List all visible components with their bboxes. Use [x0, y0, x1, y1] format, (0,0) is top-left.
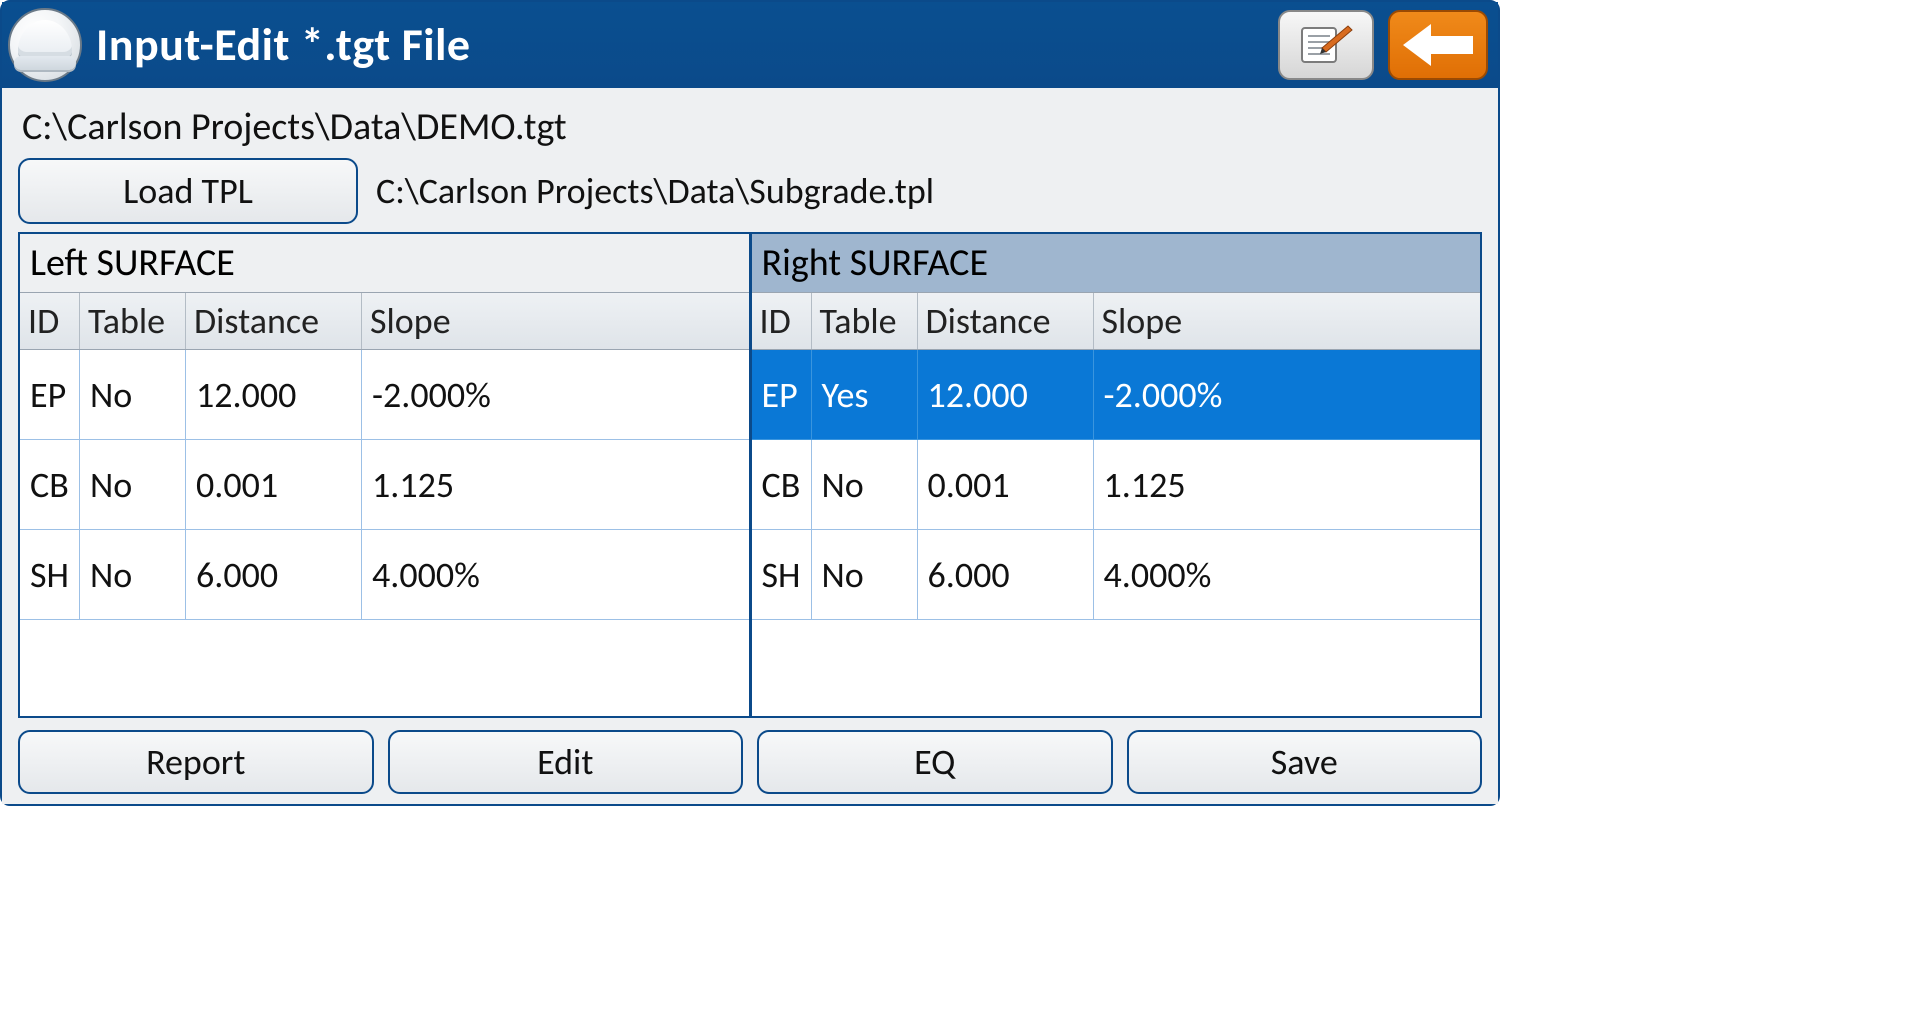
body-panel: C:\Carlson Projects\Data\DEMO.tgt Load T… — [2, 88, 1498, 804]
table-row[interactable]: SHNo6.0004.000% — [20, 530, 749, 620]
table-row[interactable]: CBNo0.0011.125 — [752, 440, 1481, 530]
cell-slope: 4.000% — [362, 530, 749, 620]
col-id: ID — [20, 293, 80, 349]
cell-slope: -2.000% — [1094, 350, 1481, 440]
cell-table: No — [80, 350, 186, 440]
cell-slope: 1.125 — [362, 440, 749, 530]
table-row[interactable]: EPYes12.000-2.000% — [752, 350, 1481, 440]
footer-buttons: Report Edit EQ Save — [18, 718, 1482, 794]
left-surface-body[interactable]: EPNo12.000-2.000%CBNo0.0011.125SHNo6.000… — [20, 350, 749, 716]
col-distance: Distance — [918, 293, 1094, 349]
cell-id: CB — [752, 440, 812, 530]
cell-table: No — [812, 440, 918, 530]
edit-button[interactable]: Edit — [388, 730, 744, 794]
left-surface-panel: Left SURFACE ID Table Distance Slope EPN… — [18, 232, 750, 718]
right-surface-header: ID Table Distance Slope — [752, 292, 1481, 350]
cell-slope: 1.125 — [1094, 440, 1481, 530]
col-distance: Distance — [186, 293, 362, 349]
window-title: Input-Edit *.tgt File — [96, 17, 1264, 73]
col-slope: Slope — [362, 293, 749, 349]
tpl-path: C:\Carlson Projects\Data\Subgrade.tpl — [376, 169, 934, 213]
tpl-row: Load TPL C:\Carlson Projects\Data\Subgra… — [18, 158, 1482, 224]
table-row[interactable]: EPNo12.000-2.000% — [20, 350, 749, 440]
title-bar: Input-Edit *.tgt File — [2, 2, 1498, 88]
back-button[interactable] — [1388, 10, 1488, 80]
cell-id: EP — [20, 350, 80, 440]
load-tpl-button[interactable]: Load TPL — [18, 158, 358, 224]
right-surface-body[interactable]: EPYes12.000-2.000%CBNo0.0011.125SHNo6.00… — [752, 350, 1481, 716]
left-surface-header: ID Table Distance Slope — [20, 292, 749, 350]
cell-table: No — [812, 530, 918, 620]
back-arrow-icon — [1403, 22, 1473, 68]
cell-slope: 4.000% — [1094, 530, 1481, 620]
save-button[interactable]: Save — [1127, 730, 1483, 794]
col-id: ID — [752, 293, 812, 349]
cell-table: No — [80, 530, 186, 620]
cell-table: No — [80, 440, 186, 530]
cell-distance: 12.000 — [186, 350, 362, 440]
col-table: Table — [80, 293, 186, 349]
col-table: Table — [812, 293, 918, 349]
surfaces-container: Left SURFACE ID Table Distance Slope EPN… — [18, 232, 1482, 718]
cell-id: CB — [20, 440, 80, 530]
table-row[interactable]: CBNo0.0011.125 — [20, 440, 749, 530]
right-surface-title: Right SURFACE — [752, 234, 1481, 292]
cell-distance: 6.000 — [186, 530, 362, 620]
cell-distance: 12.000 — [918, 350, 1094, 440]
tgt-path: C:\Carlson Projects\Data\DEMO.tgt — [18, 98, 1482, 158]
col-slope: Slope — [1094, 293, 1481, 349]
cell-id: SH — [20, 530, 80, 620]
hardhat-icon — [8, 8, 82, 82]
cell-distance: 0.001 — [918, 440, 1094, 530]
cell-id: SH — [752, 530, 812, 620]
table-row[interactable]: SHNo6.0004.000% — [752, 530, 1481, 620]
left-surface-title: Left SURFACE — [20, 234, 749, 292]
cell-distance: 6.000 — [918, 530, 1094, 620]
eq-button[interactable]: EQ — [757, 730, 1113, 794]
cell-slope: -2.000% — [362, 350, 749, 440]
cell-table: Yes — [812, 350, 918, 440]
notes-button[interactable] — [1278, 10, 1374, 80]
cell-distance: 0.001 — [186, 440, 362, 530]
cell-id: EP — [752, 350, 812, 440]
report-button[interactable]: Report — [18, 730, 374, 794]
notepad-pencil-icon — [1298, 22, 1354, 68]
right-surface-panel: Right SURFACE ID Table Distance Slope EP… — [750, 232, 1483, 718]
